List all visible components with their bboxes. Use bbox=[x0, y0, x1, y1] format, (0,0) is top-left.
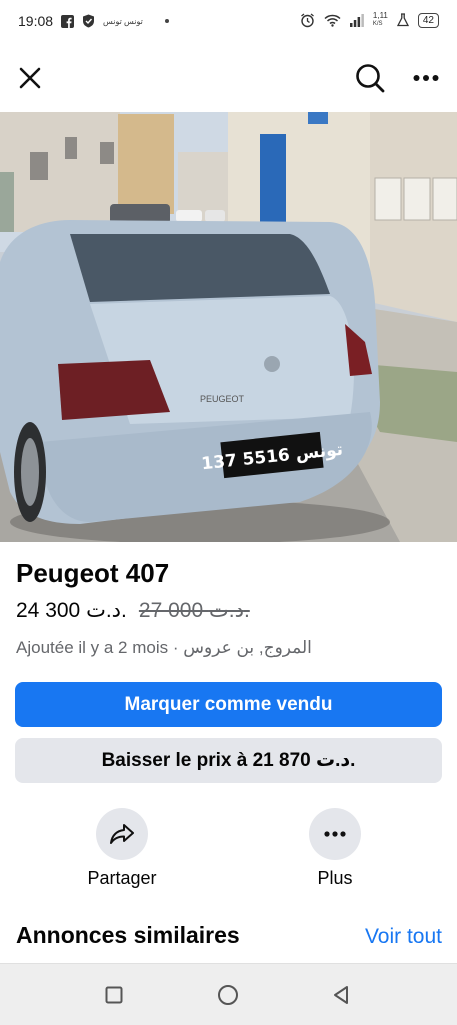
price-row: 24 300 د.ت. 27 000 د.ت. bbox=[16, 598, 250, 623]
status-time: 19:08 bbox=[18, 13, 54, 29]
see-all-link[interactable]: Voir tout bbox=[365, 925, 442, 949]
battery-indicator: 42 bbox=[417, 12, 439, 28]
signal-icon bbox=[349, 13, 364, 27]
wifi-icon bbox=[324, 14, 341, 27]
share-action[interactable]: Partager bbox=[62, 808, 182, 889]
home-button[interactable] bbox=[215, 982, 241, 1008]
shield-icon bbox=[82, 14, 95, 28]
listing-added-time: Ajoutée il y a 2 mois bbox=[16, 638, 169, 657]
square-icon bbox=[105, 986, 123, 1004]
back-triangle-icon bbox=[334, 986, 348, 1004]
notification-dot-icon bbox=[164, 19, 169, 23]
meta-separator: · bbox=[172, 638, 184, 657]
similar-listings-title: Annonces similaires bbox=[16, 922, 240, 948]
facebook-icon bbox=[61, 14, 75, 28]
top-bar bbox=[0, 44, 457, 112]
close-icon bbox=[19, 67, 41, 89]
alarm-icon bbox=[300, 12, 315, 28]
more-action[interactable]: Plus bbox=[275, 808, 395, 889]
more-horizontal-icon bbox=[324, 831, 346, 837]
more-button[interactable] bbox=[406, 58, 446, 98]
search-button[interactable] bbox=[350, 58, 390, 98]
close-button[interactable] bbox=[10, 58, 50, 98]
more-options-button[interactable] bbox=[309, 808, 361, 860]
listing-meta: Ajoutée il y a 2 mois · المروج, بن عروس bbox=[16, 638, 312, 658]
lower-price-button[interactable]: Baisser le prix à 21 870 د.ت. bbox=[15, 738, 442, 783]
status-bar: 19:08 تونس تونس 1,11 K/S 42 bbox=[0, 0, 457, 44]
car-brand-badge: PEUGEOT bbox=[200, 394, 245, 404]
car-photo-illustration: 137 تونس 5516 PEUGEOT bbox=[0, 112, 457, 542]
mark-sold-button[interactable]: Marquer comme vendu bbox=[15, 682, 442, 727]
more-label: Plus bbox=[317, 868, 353, 888]
listing-location: المروج, بن عروس bbox=[183, 638, 312, 657]
listing-photo[interactable]: 137 تونس 5516 PEUGEOT bbox=[0, 112, 457, 542]
share-label: Partager bbox=[87, 868, 157, 888]
carrier-text: تونس تونس bbox=[103, 16, 143, 26]
listing-title: Peugeot 407 bbox=[16, 558, 170, 588]
network-speed: 1,11 K/S bbox=[372, 11, 388, 28]
share-icon bbox=[110, 824, 134, 844]
original-price: 27 000 د.ت. bbox=[138, 599, 250, 622]
back-button[interactable] bbox=[328, 982, 354, 1008]
system-nav-bar bbox=[0, 963, 457, 1025]
more-horizontal-icon bbox=[413, 75, 439, 81]
search-icon bbox=[356, 64, 385, 93]
circle-icon bbox=[218, 985, 238, 1005]
recent-apps-button[interactable] bbox=[101, 982, 127, 1008]
current-price: 24 300 د.ت. bbox=[16, 599, 127, 622]
share-button[interactable] bbox=[96, 808, 148, 860]
flask-icon bbox=[396, 13, 409, 27]
